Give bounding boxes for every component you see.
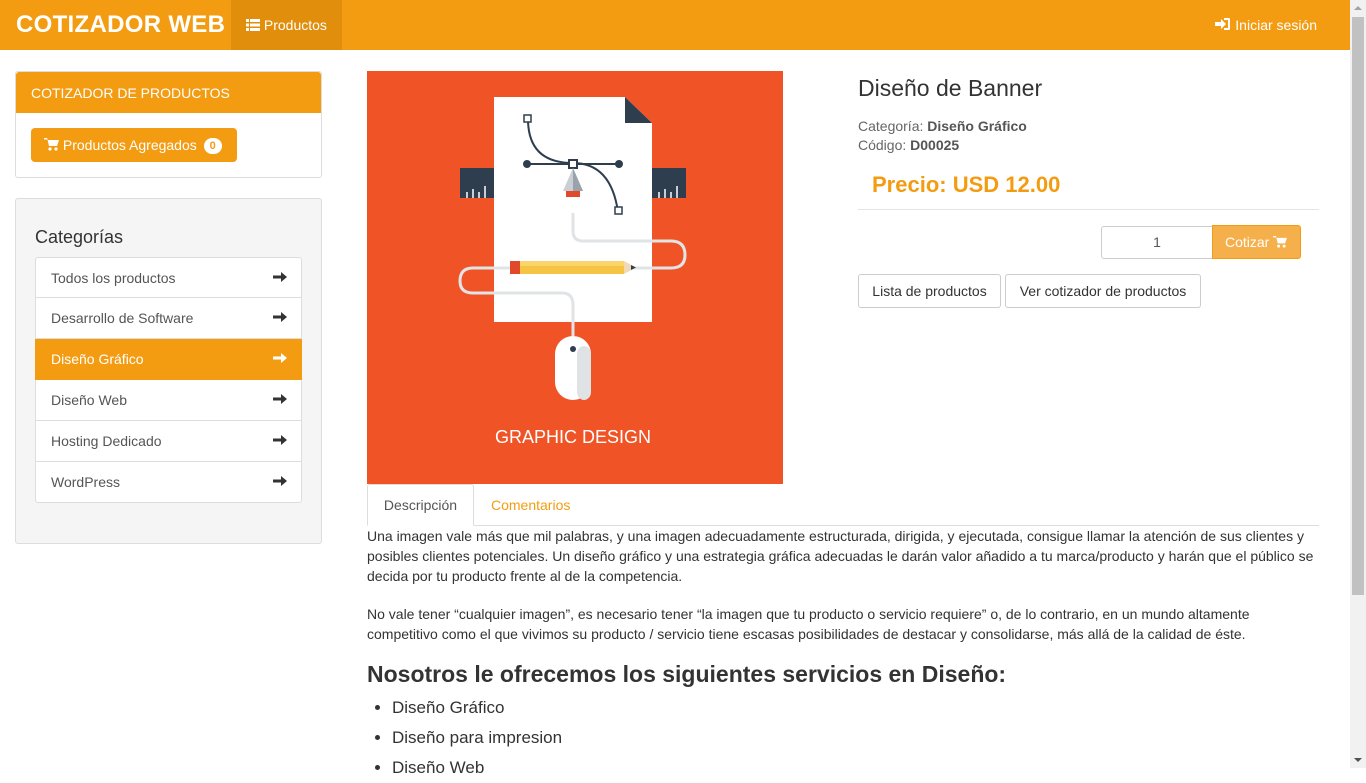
- arrow-right-icon: [273, 392, 287, 408]
- sign-in-icon: [1215, 1, 1231, 51]
- category-meta-value: Diseño Gráfico: [927, 118, 1027, 134]
- cart-icon: [1273, 227, 1288, 259]
- service-item: Diseño para impresion: [392, 723, 1319, 753]
- product-price: Precio: USD 12.00: [872, 172, 1061, 197]
- product-meta: Categoría: Diseño Gráfico Código: D00025: [858, 117, 1027, 155]
- category-item-web-design[interactable]: Diseño Web: [35, 380, 302, 421]
- category-label: WordPress: [51, 474, 120, 490]
- category-item-all[interactable]: Todos los productos: [35, 257, 302, 298]
- service-item: Diseño Web: [392, 753, 1319, 783]
- arrow-right-icon: [273, 270, 287, 286]
- divider: [858, 209, 1319, 210]
- quote-cart-heading: COTIZADOR DE PRODUCTOS: [16, 72, 321, 113]
- nav-products-label: Productos: [263, 17, 327, 33]
- nav-products-link[interactable]: Productos: [231, 0, 342, 50]
- category-item-software[interactable]: Desarrollo de Software: [35, 298, 302, 339]
- scroll-down-arrow-icon[interactable]: [1350, 752, 1366, 768]
- category-meta-label: Categoría:: [858, 118, 924, 134]
- page-scrollbar[interactable]: [1350, 0, 1366, 768]
- scroll-thumb[interactable]: [1352, 17, 1364, 595]
- category-label: Hosting Dedicado: [51, 433, 162, 449]
- arrow-right-icon: [273, 433, 287, 449]
- category-label: Todos los productos: [51, 270, 176, 286]
- image-caption: GRAPHIC DESIGN: [495, 427, 651, 447]
- top-navbar: COTIZADOR WEB Productos Iniciar sesión: [0, 0, 1350, 50]
- scroll-up-arrow-icon[interactable]: [1350, 0, 1366, 16]
- quantity-input[interactable]: 1: [1101, 226, 1213, 259]
- cart-icon: [44, 129, 59, 163]
- category-item-wordpress[interactable]: WordPress: [35, 462, 302, 503]
- brand-logo[interactable]: COTIZADOR WEB: [16, 11, 225, 39]
- quote-button-label: Cotizar: [1225, 234, 1270, 250]
- arrow-right-icon: [273, 310, 287, 326]
- tab-description[interactable]: Descripción: [367, 484, 474, 526]
- category-label: Diseño Gráfico: [51, 351, 144, 367]
- category-item-hosting[interactable]: Hosting Dedicado: [35, 421, 302, 462]
- services-heading: Nosotros le ofrecemos los siguientes ser…: [367, 661, 1007, 687]
- category-label: Desarrollo de Software: [51, 310, 194, 326]
- tab-comments[interactable]: Comentarios: [491, 484, 570, 526]
- login-link[interactable]: Iniciar sesión: [1215, 0, 1317, 50]
- added-products-count-badge: 0: [203, 138, 222, 154]
- categories-title: Categorías: [35, 227, 124, 247]
- list-icon: [246, 1, 260, 51]
- description-content: Una imagen vale más que mil palabras, y …: [367, 526, 1319, 783]
- added-products-label: Productos Agregados: [62, 137, 197, 153]
- description-paragraph: No vale tener “cualquier imagen”, es nec…: [367, 606, 1250, 642]
- code-meta-value: D00025: [910, 137, 960, 153]
- category-item-graphic-design[interactable]: Diseño Gráfico: [35, 339, 302, 380]
- product-list-button[interactable]: Lista de productos: [858, 274, 1001, 308]
- login-label: Iniciar sesión: [1235, 17, 1317, 33]
- quote-cart-panel: COTIZADOR DE PRODUCTOS Productos Agregad…: [15, 71, 322, 178]
- product-image: GRAPHIC DESIGN: [367, 71, 783, 484]
- categories-list: Todos los productos Desarrollo de Softwa…: [35, 257, 302, 503]
- description-paragraph: Una imagen vale más que mil palabras, y …: [367, 528, 1314, 584]
- arrow-right-icon: [273, 474, 287, 490]
- arrow-right-icon: [273, 351, 287, 367]
- code-meta-label: Código:: [858, 137, 907, 153]
- category-label: Diseño Web: [51, 392, 128, 408]
- quote-button[interactable]: Cotizar: [1212, 225, 1301, 259]
- view-quote-button[interactable]: Ver cotizador de productos: [1005, 274, 1201, 308]
- service-item: Diseño Gráfico: [392, 693, 1319, 723]
- categories-panel: Categorías Todos los productos Desarroll…: [15, 198, 322, 544]
- services-list: Diseño Gráfico Diseño para impresion Dis…: [367, 693, 1319, 783]
- added-products-button[interactable]: Productos Agregados 0: [31, 128, 237, 162]
- graphic-design-illustration: GRAPHIC DESIGN: [458, 97, 687, 447]
- product-title: Diseño de Banner: [858, 75, 1043, 101]
